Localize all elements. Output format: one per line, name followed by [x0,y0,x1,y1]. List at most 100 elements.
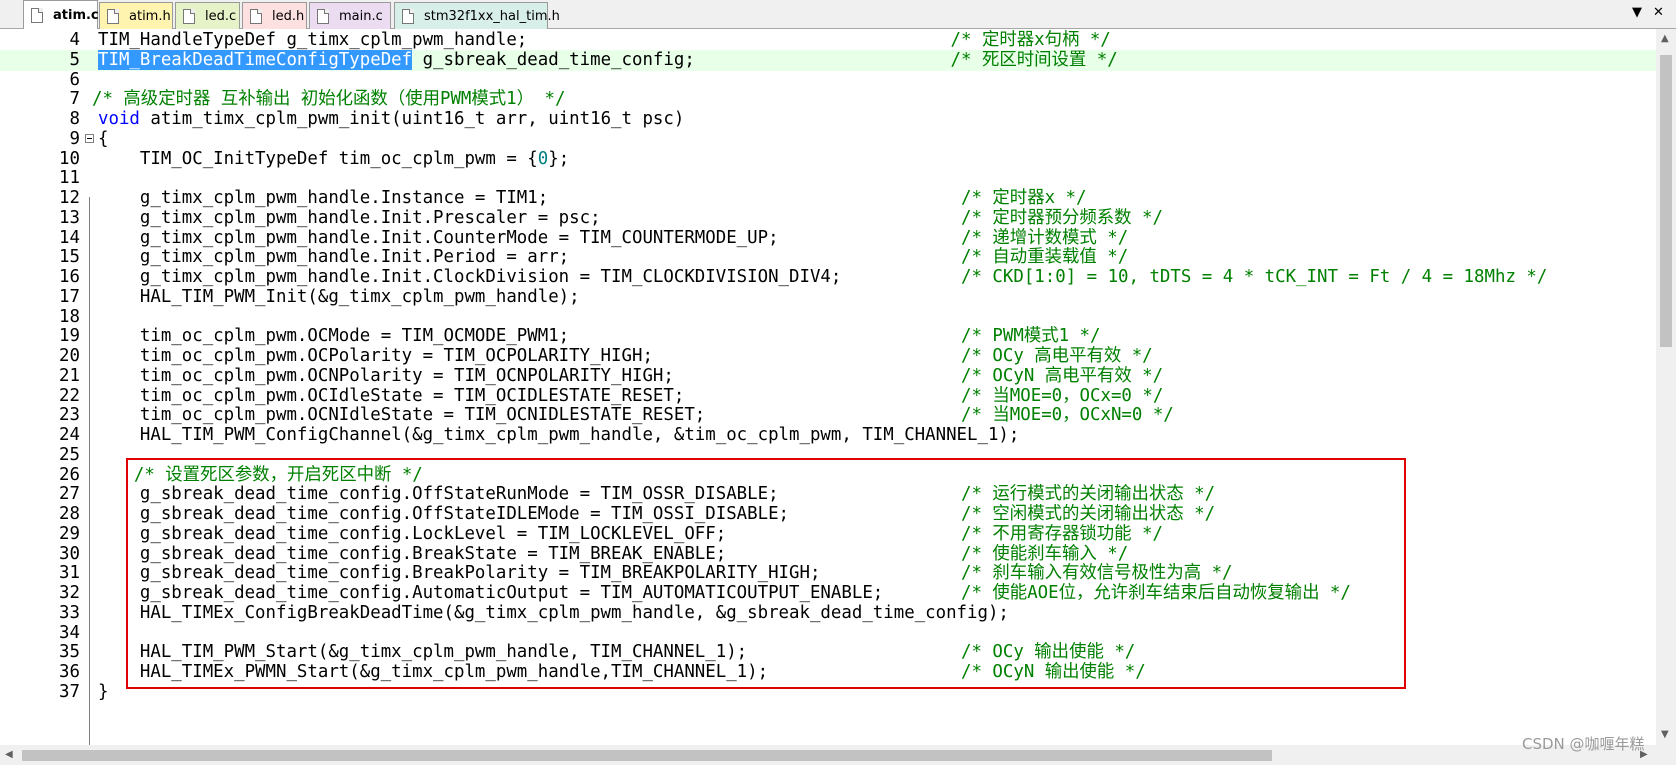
code-segment: TIM_HandleTypeDef g_timx_cplm_pwm_handle… [98,30,528,50]
code-line[interactable]: 37} [0,682,1656,703]
code-line[interactable]: 14 g_timx_cplm_pwm_handle.Init.CounterMo… [0,228,1656,249]
code-text: g_sbreak_dead_time_config.BreakPolarity … [98,563,821,584]
code-line[interactable]: 4 TIM_HandleTypeDef g_timx_cplm_pwm_handl… [0,30,1656,51]
code-segment: g_sbreak_dead_time_config.BreakPolarity … [98,563,821,584]
code-text: g_timx_cplm_pwm_handle.Init.ClockDivisio… [98,267,842,288]
code-line[interactable]: 11 [0,168,1656,189]
code-line[interactable]: 32 g_sbreak_dead_time_config.AutomaticOu… [0,583,1656,604]
tab-atim-c[interactable]: atim.c [23,0,99,30]
code-line[interactable]: 16 g_timx_cplm_pwm_handle.Init.ClockDivi… [0,267,1656,288]
tab-atim-h[interactable]: atim.h [99,2,173,29]
code-line[interactable]: 35 HAL_TIM_PWM_Start(&g_timx_cplm_pwm_ha… [0,642,1656,663]
code-line[interactable]: 22 tim_oc_cplm_pwm.OCIdleState = TIM_OCI… [0,386,1656,407]
code-line[interactable]: 27 g_sbreak_dead_time_config.OffStateRun… [0,484,1656,505]
code-comment: /* OCyN 高电平有效 */ [961,365,1164,386]
code-segment: tim_oc_cplm_pwm.OCPolarity = TIM_OCPOLAR… [98,346,653,366]
tab-main-c[interactable]: main.c [309,2,391,29]
code-line[interactable]: 29 g_sbreak_dead_time_config.LockLevel =… [0,524,1656,545]
code-line[interactable]: 18 [0,307,1656,328]
code-text: HAL_TIM_PWM_Start(&g_timx_cplm_pwm_handl… [98,642,747,663]
close-tab-icon[interactable]: ✕ [1653,5,1664,20]
code-text: HAL_TIM_PWM_ConfigChannel(&g_timx_cplm_p… [98,425,1020,446]
line-number: 31 [59,563,80,584]
code-line[interactable]: 26 /* 设置死区参数，开启死区中断 */ [0,465,1656,486]
code-segment: tim_oc_cplm_pwm.OCMode = TIM_OCMODE_PWM1… [98,326,570,347]
code-line[interactable]: 21 tim_oc_cplm_pwm.OCNPolarity = TIM_OCN… [0,366,1656,387]
code-line[interactable]: 28 g_sbreak_dead_time_config.OffStateIDL… [0,504,1656,525]
code-line[interactable]: 34 [0,623,1656,644]
code-line[interactable]: 9{ [0,129,1656,150]
file-icon [107,8,119,24]
code-text: g_timx_cplm_pwm_handle.Init.Period = arr… [98,247,569,268]
tab-led-c[interactable]: led.c [175,2,240,29]
line-number: 28 [59,504,80,524]
code-segment: HAL_TIM_PWM_ConfigChannel(&g_timx_cplm_p… [98,425,1020,445]
code-line[interactable]: 23 tim_oc_cplm_pwm.OCNIdleState = TIM_OC… [0,405,1656,426]
code-segment: } [98,681,109,702]
scroll-up-icon[interactable]: ▲ [1661,33,1669,44]
code-comment: /* 使能AOE位，允许刹车结束后自动恢复输出 */ [961,583,1351,603]
file-tab-bar: ▼ ✕ atim.c atim.h led.c led.h main.c stm32f1x… [0,0,1676,30]
code-text: tim_oc_cplm_pwm.OCIdleState = TIM_OCIDLE… [98,386,684,407]
line-number: 11 [59,168,80,189]
code-text: } [98,682,108,703]
code-line[interactable]: 33 HAL_TIMEx_ConfigBreakDeadTime(&g_timx… [0,603,1656,624]
code-segment: g_sbreak_dead_time_config.OffStateIDLEMo… [98,504,790,524]
code-line[interactable]: 6 [0,70,1656,91]
code-line[interactable]: 15 g_timx_cplm_pwm_handle.Init.Period = … [0,247,1656,268]
file-icon [250,8,262,24]
line-number: 37 [59,681,80,702]
code-editor[interactable]: 4 TIM_HandleTypeDef g_timx_cplm_pwm_handl… [0,29,1656,745]
number-literal: 0 [537,148,549,169]
code-line[interactable]: 7 /* 高级定时器 互补输出 初始化函数（使用PWM模式1） */ [0,89,1656,110]
code-comment: /* 当MOE=0，OCx=0 */ [961,385,1164,406]
code-segment: HAL_TIMEx_ConfigBreakDeadTime(&g_timx_cp… [98,602,1009,623]
code-line[interactable]: 25 [0,445,1656,466]
code-comment: /* 递增计数模式 */ [961,227,1129,248]
horizontal-scroll-thumb[interactable] [22,750,1272,761]
tab-list-dropdown-icon[interactable]: ▼ [1632,5,1642,20]
tab-led-h[interactable]: led.h [242,2,307,29]
code-line[interactable]: 8 void atim_timx_cplm_pwm_init(uint16_t a… [0,109,1656,130]
code-line[interactable]: 13 g_timx_cplm_pwm_handle.Init.Prescaler… [0,208,1656,229]
scroll-left-icon[interactable]: ◀ [5,749,13,760]
code-segment: tim_oc_cplm_pwm.OCNIdleState = TIM_OCNID… [98,405,706,426]
code-line[interactable]: 24 HAL_TIM_PWM_ConfigChannel(&g_timx_cpl… [0,425,1656,446]
code-line[interactable]: 20 tim_oc_cplm_pwm.OCPolarity = TIM_OCPO… [0,346,1656,367]
code-text: { [98,129,108,150]
code-text: tim_oc_cplm_pwm.OCPolarity = TIM_OCPOLAR… [98,346,653,367]
code-text: HAL_TIMEx_ConfigBreakDeadTime(&g_timx_cp… [98,603,1009,624]
code-line[interactable]: 12 g_timx_cplm_pwm_handle.Instance = TIM… [0,188,1656,209]
code-segment: g_timx_cplm_pwm_handle.Init.ClockDivisio… [98,267,842,287]
line-number: 16 [59,267,80,287]
tab-stm32f1xx-hal-tim-h[interactable]: stm32f1xx_hal_tim.h [394,2,560,29]
vertical-scrollbar[interactable]: ▲ ▼ [1656,29,1676,745]
line-number: 4 [69,30,80,50]
vertical-scroll-thumb[interactable] [1660,55,1672,347]
code-text: void atim_timx_cplm_pwm_init(uint16_t ar… [98,109,684,130]
code-segment: g_sbreak_dead_time_config.OffStateRunMod… [98,484,779,505]
code-line[interactable]: 5 TIM_BreakDeadTimeConfigTypeDef g_sbreak… [0,49,1656,71]
tab-label: main.c [339,8,383,24]
code-comment: /* 死区时间设置 */ [950,49,1118,70]
tab-label: led.h [272,8,305,24]
horizontal-scrollbar[interactable]: ◀ ▶ [0,745,1656,765]
scroll-down-icon[interactable]: ▼ [1661,729,1669,740]
code-text: g_timx_cplm_pwm_handle.Init.CounterMode … [98,228,779,249]
code-text: g_sbreak_dead_time_config.AutomaticOutpu… [98,583,883,604]
line-number: 7 [69,89,80,110]
code-segment: g_sbreak_dead_time_config.AutomaticOutpu… [98,583,884,603]
code-line[interactable]: 17 HAL_TIM_PWM_Init(&g_timx_cplm_pwm_han… [0,287,1656,308]
code-text: tim_oc_cplm_pwm.OCNPolarity = TIM_OCNPOL… [98,366,674,387]
code-line[interactable]: 19 tim_oc_cplm_pwm.OCMode = TIM_OCMODE_P… [0,326,1656,347]
selected-text: TIM_BreakDeadTimeConfigTypeDef [98,49,413,70]
line-number: 35 [59,642,80,663]
code-text: g_sbreak_dead_time_config.BreakState = T… [98,544,726,565]
code-comment: /* 定时器x句柄 */ [950,30,1111,50]
code-line[interactable]: 10 TIM_OC_InitTypeDef tim_oc_cplm_pwm = … [0,149,1656,170]
code-line[interactable]: 31 g_sbreak_dead_time_config.BreakPolari… [0,563,1656,584]
code-comment: /* 使能刹车输入 */ [961,543,1129,564]
fold-toggle-icon[interactable] [85,133,94,143]
code-line[interactable]: 30 g_sbreak_dead_time_config.BreakState … [0,544,1656,565]
code-line[interactable]: 36 HAL_TIMEx_PWMN_Start(&g_timx_cplm_pwm… [0,662,1656,683]
